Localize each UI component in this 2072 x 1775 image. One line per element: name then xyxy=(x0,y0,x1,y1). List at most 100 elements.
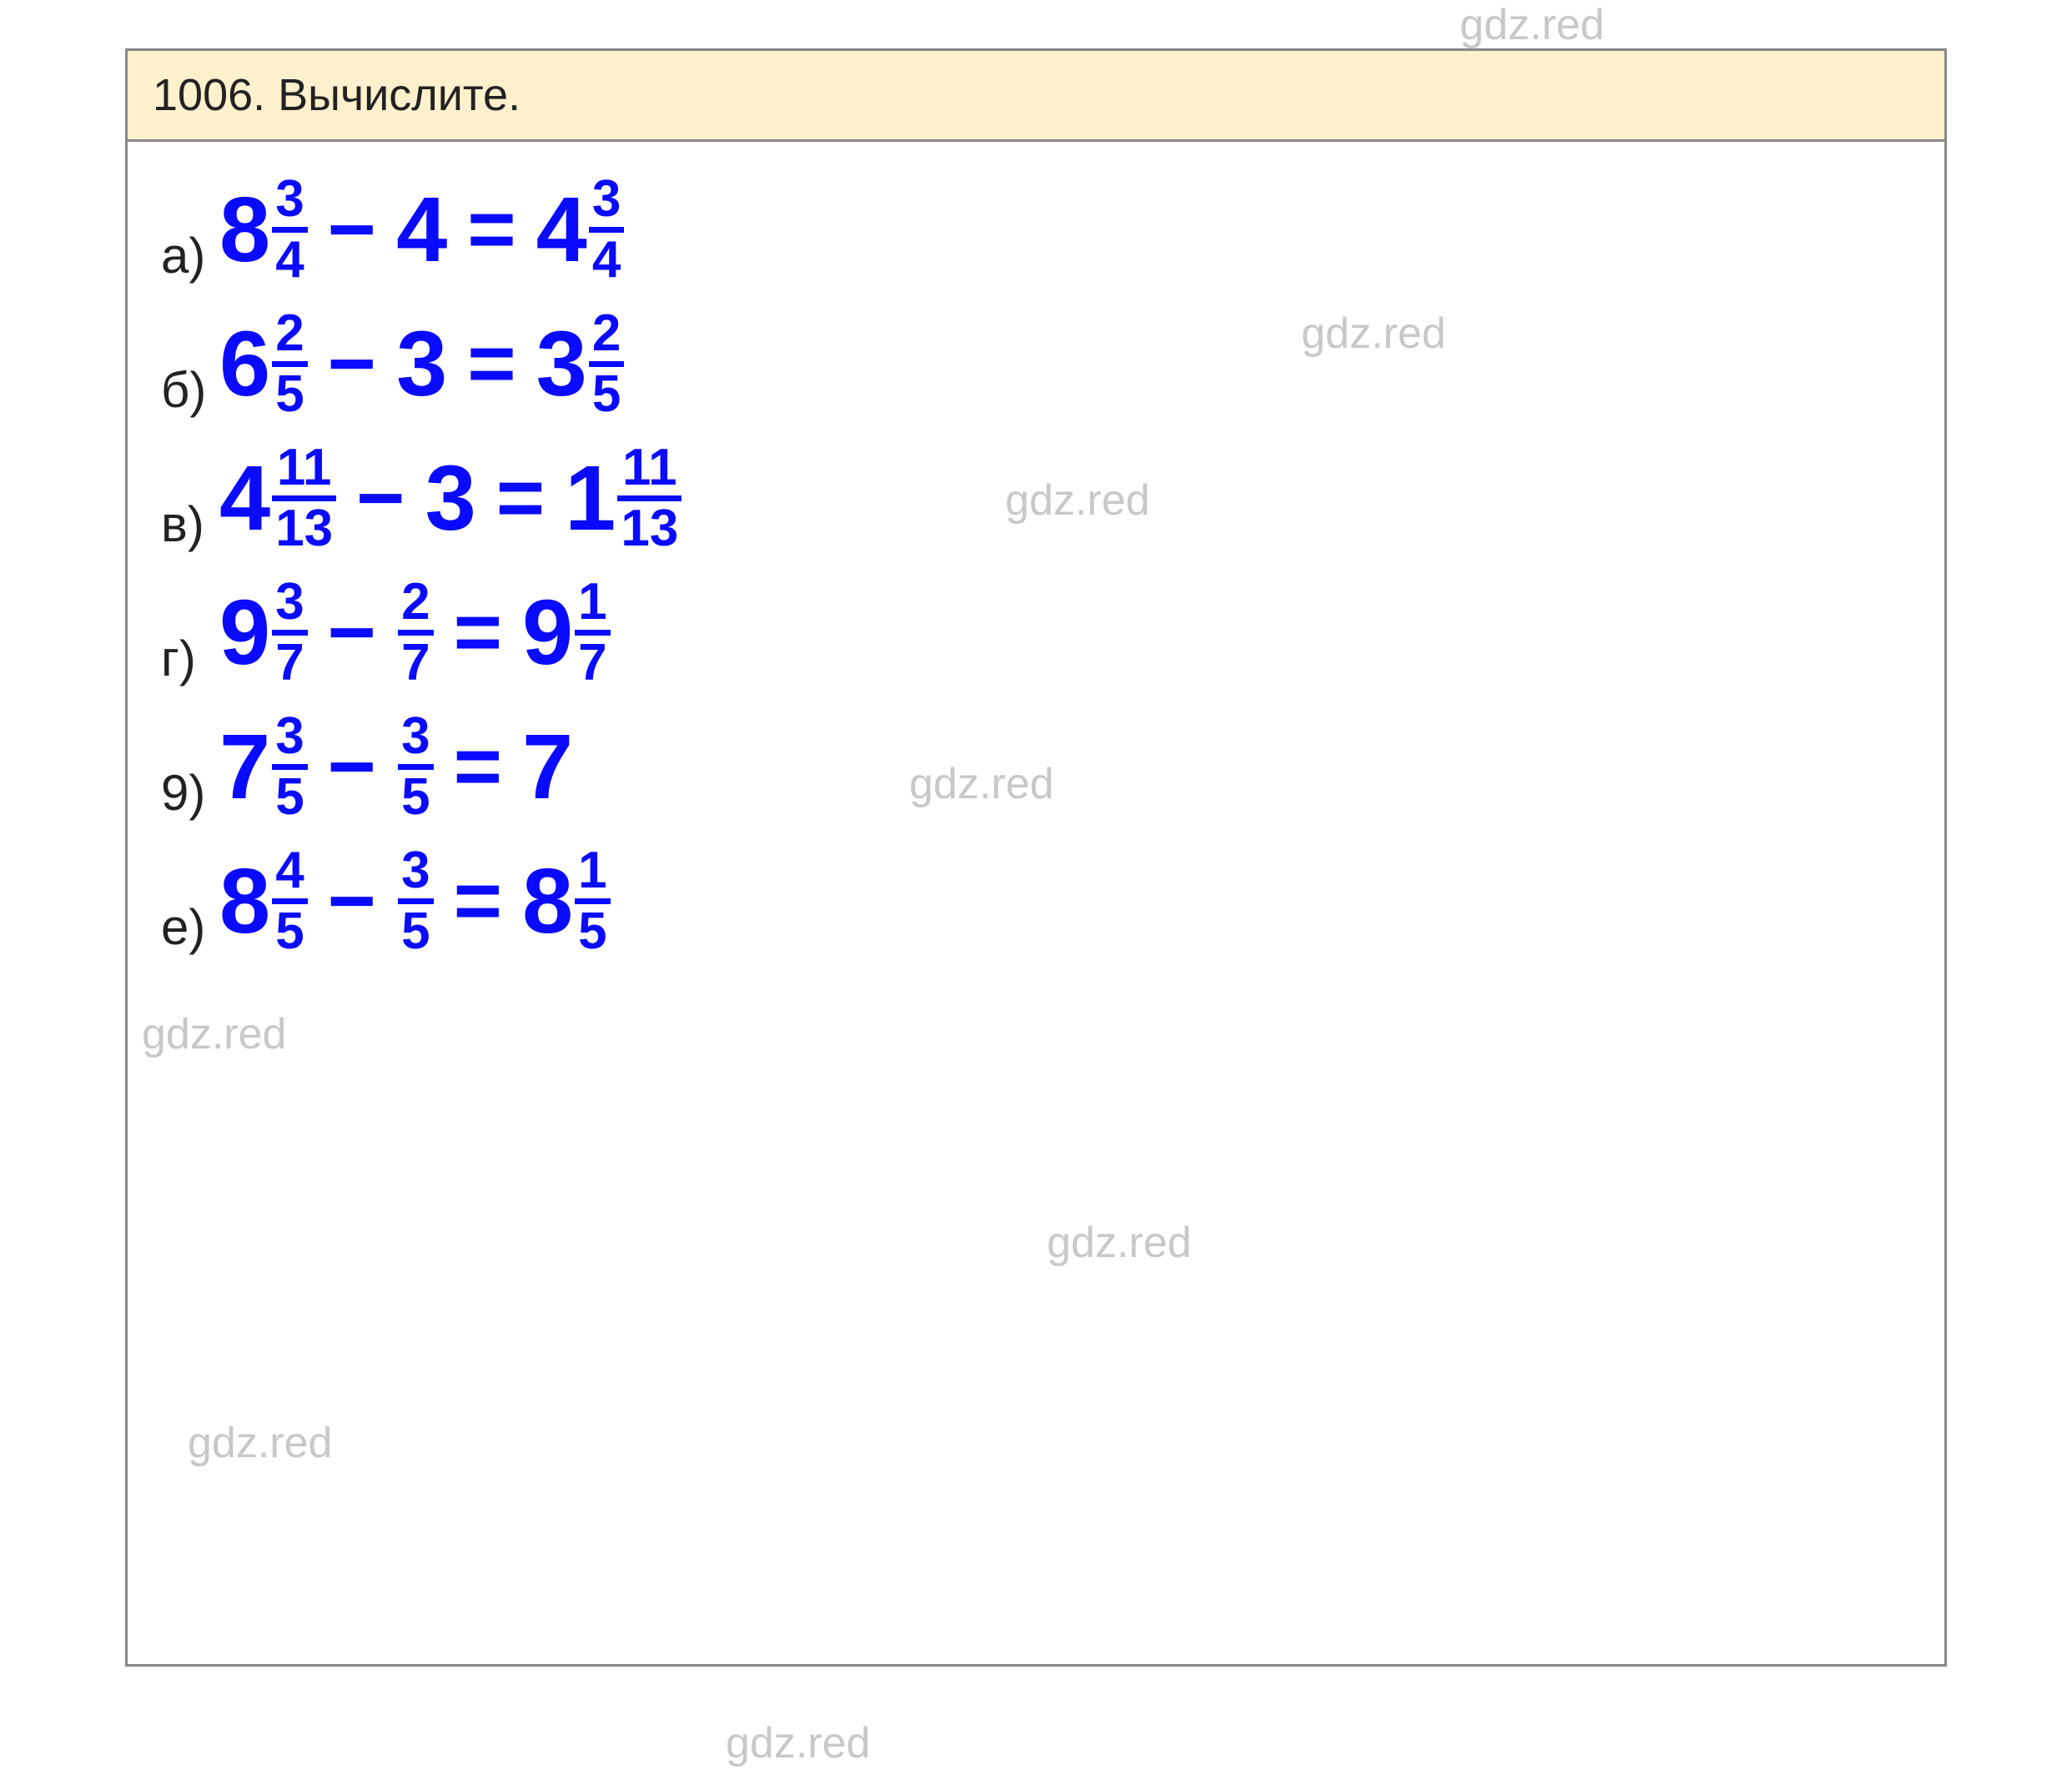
result-v: 1 11 13 xyxy=(565,442,681,555)
term2-num: 3 xyxy=(398,711,433,764)
equals-op: = xyxy=(462,316,521,412)
term1-den: 5 xyxy=(272,764,307,823)
result-a: 4 3 4 xyxy=(536,173,625,286)
row-label-d: 9) xyxy=(161,764,219,822)
result-num: 3 xyxy=(589,173,624,227)
result-frac: 2 5 xyxy=(589,308,624,420)
result-num: 2 xyxy=(589,308,624,361)
equals-op: = xyxy=(491,450,550,546)
result-whole: 3 xyxy=(536,319,587,410)
result-num: 1 xyxy=(575,576,610,630)
row-v: в) 4 11 13 − 3 = 1 11 13 xyxy=(161,442,1911,553)
term1-den: 5 xyxy=(272,361,307,420)
result-den: 13 xyxy=(617,495,681,555)
result-frac: 1 7 xyxy=(575,576,610,689)
term1-den: 7 xyxy=(272,630,307,689)
result-d: 7 xyxy=(522,722,573,813)
problem-body: а) 8 3 4 − 4 = 4 3 4 xyxy=(128,142,1944,988)
term1-frac: 11 13 xyxy=(272,442,336,555)
problem-header: 1006. Вычислите. xyxy=(128,51,1944,142)
term1-whole: 6 xyxy=(219,319,270,410)
result-den: 5 xyxy=(575,898,610,958)
equals-op: = xyxy=(462,182,521,278)
equals-op: = xyxy=(449,719,507,815)
result-b: 3 2 5 xyxy=(536,308,625,420)
term2-d-frac: 3 5 xyxy=(398,711,433,823)
row-g: г) 9 3 7 − 2 7 = 9 1 xyxy=(161,576,1911,687)
equals-op: = xyxy=(449,853,507,949)
term2-a: 4 xyxy=(396,184,447,276)
term2-den: 5 xyxy=(398,898,433,958)
row-label-e: е) xyxy=(161,898,219,956)
result-den: 4 xyxy=(589,227,624,286)
watermark: gdz.red xyxy=(726,1718,870,1768)
term2-num: 2 xyxy=(398,576,433,630)
result-den: 7 xyxy=(575,630,610,689)
term1-num: 3 xyxy=(272,711,307,764)
minus-op: − xyxy=(351,450,410,546)
row-label-b: б) xyxy=(161,361,219,419)
result-frac: 3 4 xyxy=(589,173,624,286)
term1-frac: 3 5 xyxy=(272,711,307,823)
expression-d: 7 3 5 − 3 5 = 7 xyxy=(219,711,573,823)
row-label-a: а) xyxy=(161,227,219,284)
term1-num: 3 xyxy=(272,576,307,630)
term1-frac: 4 5 xyxy=(272,845,307,958)
term1-whole: 4 xyxy=(219,453,270,545)
row-label-v: в) xyxy=(161,495,219,553)
term1-d: 7 3 5 xyxy=(219,711,308,823)
term1-den: 5 xyxy=(272,898,307,958)
term1-frac: 2 5 xyxy=(272,308,307,420)
minus-op: − xyxy=(323,316,381,412)
term1-b: 6 2 5 xyxy=(219,308,308,420)
row-b: б) 6 2 5 − 3 = 3 2 5 xyxy=(161,308,1911,419)
minus-op: − xyxy=(323,585,381,681)
term1-num: 3 xyxy=(272,173,307,227)
term2-g-frac: 2 7 xyxy=(398,576,433,689)
result-whole: 8 xyxy=(522,856,573,948)
term1-g: 9 3 7 xyxy=(219,576,308,689)
expression-a: 8 3 4 − 4 = 4 3 4 xyxy=(219,173,624,286)
term1-num: 2 xyxy=(272,308,307,361)
result-num: 11 xyxy=(619,442,681,495)
content-frame: 1006. Вычислите. а) 8 3 4 − 4 = 4 xyxy=(125,48,1947,1667)
watermark: gdz.red xyxy=(1460,0,1604,50)
result-frac: 11 13 xyxy=(617,442,681,555)
expression-v: 4 11 13 − 3 = 1 11 13 xyxy=(219,442,681,555)
term1-v: 4 11 13 xyxy=(219,442,336,555)
term2-den: 7 xyxy=(398,630,433,689)
result-e: 8 1 5 xyxy=(522,845,611,958)
term1-den: 13 xyxy=(272,495,336,555)
expression-b: 6 2 5 − 3 = 3 2 5 xyxy=(219,308,624,420)
result-g: 9 1 7 xyxy=(522,576,611,689)
result-frac: 1 5 xyxy=(575,845,610,958)
term1-e: 8 4 5 xyxy=(219,845,308,958)
result-whole: 9 xyxy=(522,587,573,679)
result-whole: 1 xyxy=(565,453,616,545)
row-d: 9) 7 3 5 − 3 5 = 7 xyxy=(161,711,1911,822)
expression-e: 8 4 5 − 3 5 = 8 1 5 xyxy=(219,845,611,958)
term2-den: 5 xyxy=(398,764,433,823)
term1-frac: 3 7 xyxy=(272,576,307,689)
minus-op: − xyxy=(323,719,381,815)
expression-g: 9 3 7 − 2 7 = 9 1 7 xyxy=(219,576,611,689)
problem-title: 1006. Вычислите. xyxy=(153,70,521,120)
term1-whole: 7 xyxy=(219,722,270,813)
term1-a: 8 3 4 xyxy=(219,173,308,286)
equals-op: = xyxy=(449,585,507,681)
term2-v: 3 xyxy=(425,453,476,545)
minus-op: − xyxy=(323,853,381,949)
term2-e-frac: 3 5 xyxy=(398,845,433,958)
term1-frac: 3 4 xyxy=(272,173,307,286)
term1-num: 4 xyxy=(272,845,307,898)
term1-whole: 8 xyxy=(219,184,270,276)
term1-num: 11 xyxy=(274,442,335,495)
minus-op: − xyxy=(323,182,381,278)
term1-den: 4 xyxy=(272,227,307,286)
row-a: а) 8 3 4 − 4 = 4 3 4 xyxy=(161,173,1911,284)
term2-num: 3 xyxy=(398,845,433,898)
result-num: 1 xyxy=(575,845,610,898)
term2-b: 3 xyxy=(396,319,447,410)
term1-whole: 8 xyxy=(219,856,270,948)
term1-whole: 9 xyxy=(219,587,270,679)
